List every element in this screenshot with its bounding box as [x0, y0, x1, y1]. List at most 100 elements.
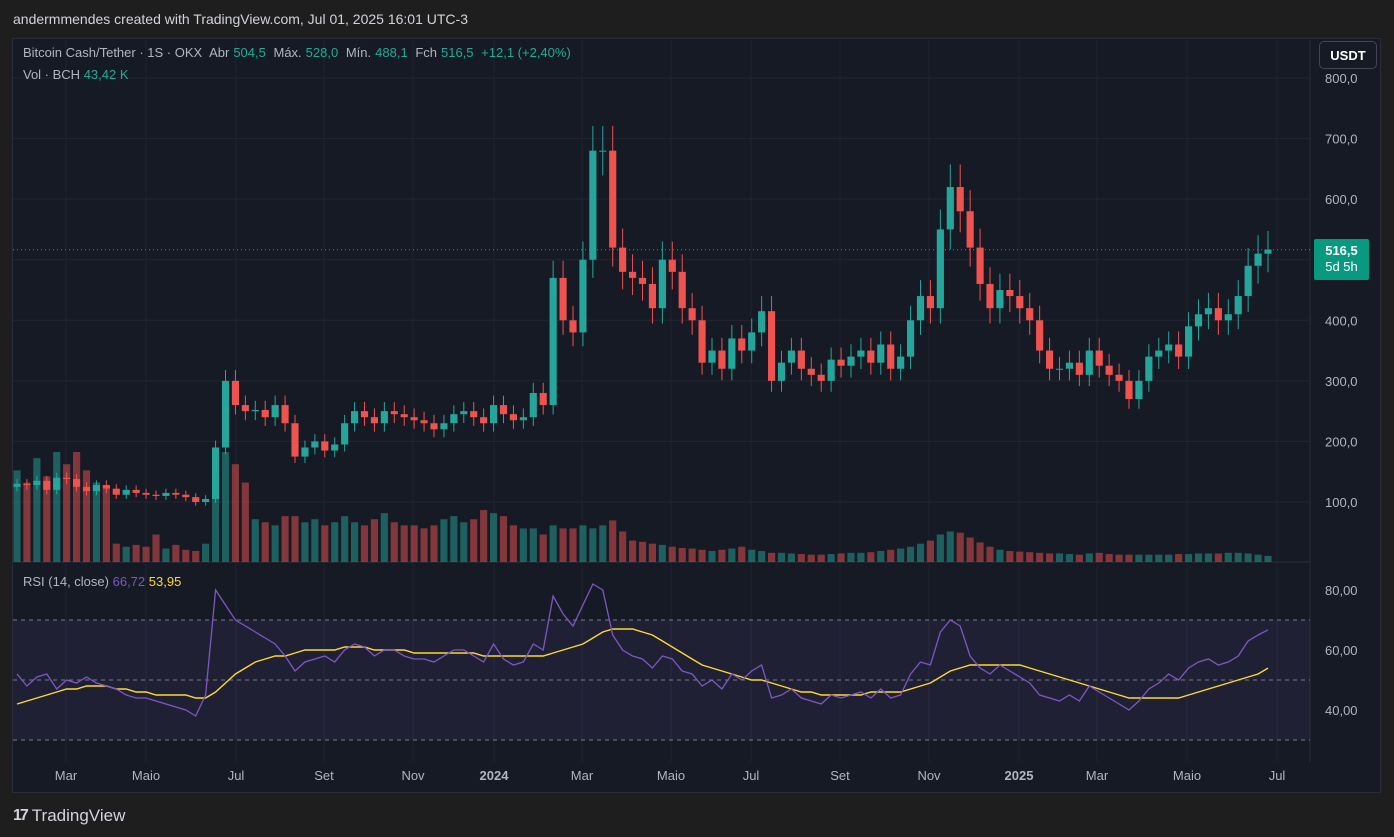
candle-body [1244, 265, 1252, 297]
volume-bar [996, 549, 1004, 562]
volume-bar [1224, 552, 1232, 562]
volume-bar [152, 534, 160, 562]
volume-bar [1135, 554, 1143, 562]
volume-bar [748, 549, 756, 562]
rsi-value: 66,72 [112, 574, 146, 589]
volume-bar [1244, 553, 1252, 562]
volume-bar [966, 537, 974, 562]
currency-button[interactable]: USDT [1319, 41, 1377, 69]
price-tick-label: 800,0 [1325, 71, 1358, 86]
candle-body [827, 359, 835, 381]
candle-body [162, 492, 170, 496]
chart-canvas[interactable]: 800,0700,0600,0500,0400,0300,0200,0100,0… [0, 0, 1394, 837]
volume-bar [281, 516, 289, 562]
time-tick-label: 2024 [480, 768, 510, 783]
volume-bar [777, 552, 786, 562]
high-value: 528,0 [305, 45, 339, 60]
candle-body [63, 477, 71, 479]
volume-bar [867, 552, 875, 562]
price-tick-label: 200,0 [1325, 434, 1358, 449]
volume-bar [698, 549, 706, 562]
volume-bar [897, 548, 905, 562]
candle-body [271, 405, 279, 418]
candle-body [1085, 350, 1093, 375]
volume-legend: Vol · BCH 43,42 K [23, 67, 129, 82]
candle-body [529, 392, 537, 418]
candle-body [430, 423, 438, 430]
volume-bar [102, 488, 110, 562]
volume-bar [53, 452, 61, 562]
volume-bar [1036, 552, 1044, 562]
candle-body [122, 489, 130, 495]
candle-body [877, 344, 885, 363]
time-tick-label: Set [830, 768, 850, 783]
candle-body [251, 409, 259, 412]
volume-bar [122, 546, 130, 562]
volume-bar [1234, 552, 1242, 562]
volume-bar [1214, 553, 1222, 562]
volume-bar [301, 522, 309, 562]
candle-body [1175, 344, 1183, 357]
candle-body [440, 423, 448, 430]
last-price-label: 516,5 5d 5h [1314, 239, 1369, 280]
price-tick-label: 600,0 [1325, 192, 1358, 207]
volume-bar [936, 534, 944, 562]
candle-body [916, 296, 925, 321]
tradingview-brand[interactable]: 17 TradingView [13, 806, 125, 826]
volume-bar [738, 546, 746, 562]
volume-bar [847, 552, 855, 562]
time-tick-label: Set [314, 768, 334, 783]
candle-body [698, 320, 706, 363]
candle-body [311, 441, 319, 448]
candle-body [638, 277, 647, 284]
candle-body [897, 356, 905, 369]
volume-bar [599, 525, 607, 562]
volume-bar [529, 528, 537, 562]
volume-bar [1055, 553, 1064, 562]
candle-body [1135, 380, 1143, 400]
candle-body [589, 150, 597, 260]
candle-body [628, 271, 637, 278]
volume-bar [509, 525, 518, 562]
volume-bar [440, 519, 448, 562]
time-tick-label: Maio [1173, 768, 1201, 783]
candle-body [33, 480, 41, 486]
candle-body [390, 411, 398, 415]
candle-body [1065, 362, 1074, 369]
volume-bar [1105, 554, 1113, 562]
candle-body [380, 411, 388, 424]
candle-body [13, 483, 21, 487]
volume-bar [549, 525, 557, 562]
candle-body [619, 247, 627, 272]
volume-bar [1165, 554, 1173, 562]
volume-bar [221, 452, 230, 562]
volume-bar [916, 543, 925, 562]
volume-bar [787, 553, 796, 562]
candle-body [23, 483, 31, 486]
volume-bar [648, 543, 657, 562]
volume-bar [569, 528, 577, 562]
candle-body [946, 187, 954, 230]
volume-label[interactable]: Vol · BCH [23, 67, 80, 82]
symbol-label[interactable]: Bitcoin Cash/Tether · 1S · OKX [23, 45, 202, 60]
candle-body [1194, 314, 1203, 327]
candle-body [192, 497, 200, 502]
volume-bar [519, 528, 527, 562]
volume-bar [1075, 554, 1083, 562]
candle-body [1254, 253, 1262, 266]
candle-body [420, 420, 428, 424]
candle-body [708, 350, 716, 363]
candle-body [837, 359, 845, 366]
candle-body [460, 411, 468, 415]
close-value: 516,5 [440, 45, 474, 60]
candle-body [321, 441, 329, 451]
candle-body [1125, 380, 1133, 400]
low-label: Mín. [345, 45, 372, 60]
candle-body [1155, 350, 1163, 357]
time-tick-label: Jul [743, 768, 760, 783]
volume-bar [1264, 555, 1272, 562]
candle-body [718, 350, 726, 369]
volume-bar [1254, 554, 1262, 562]
bar-countdown: 5d 5h [1325, 259, 1358, 274]
rsi-label[interactable]: RSI (14, close) [23, 574, 109, 589]
